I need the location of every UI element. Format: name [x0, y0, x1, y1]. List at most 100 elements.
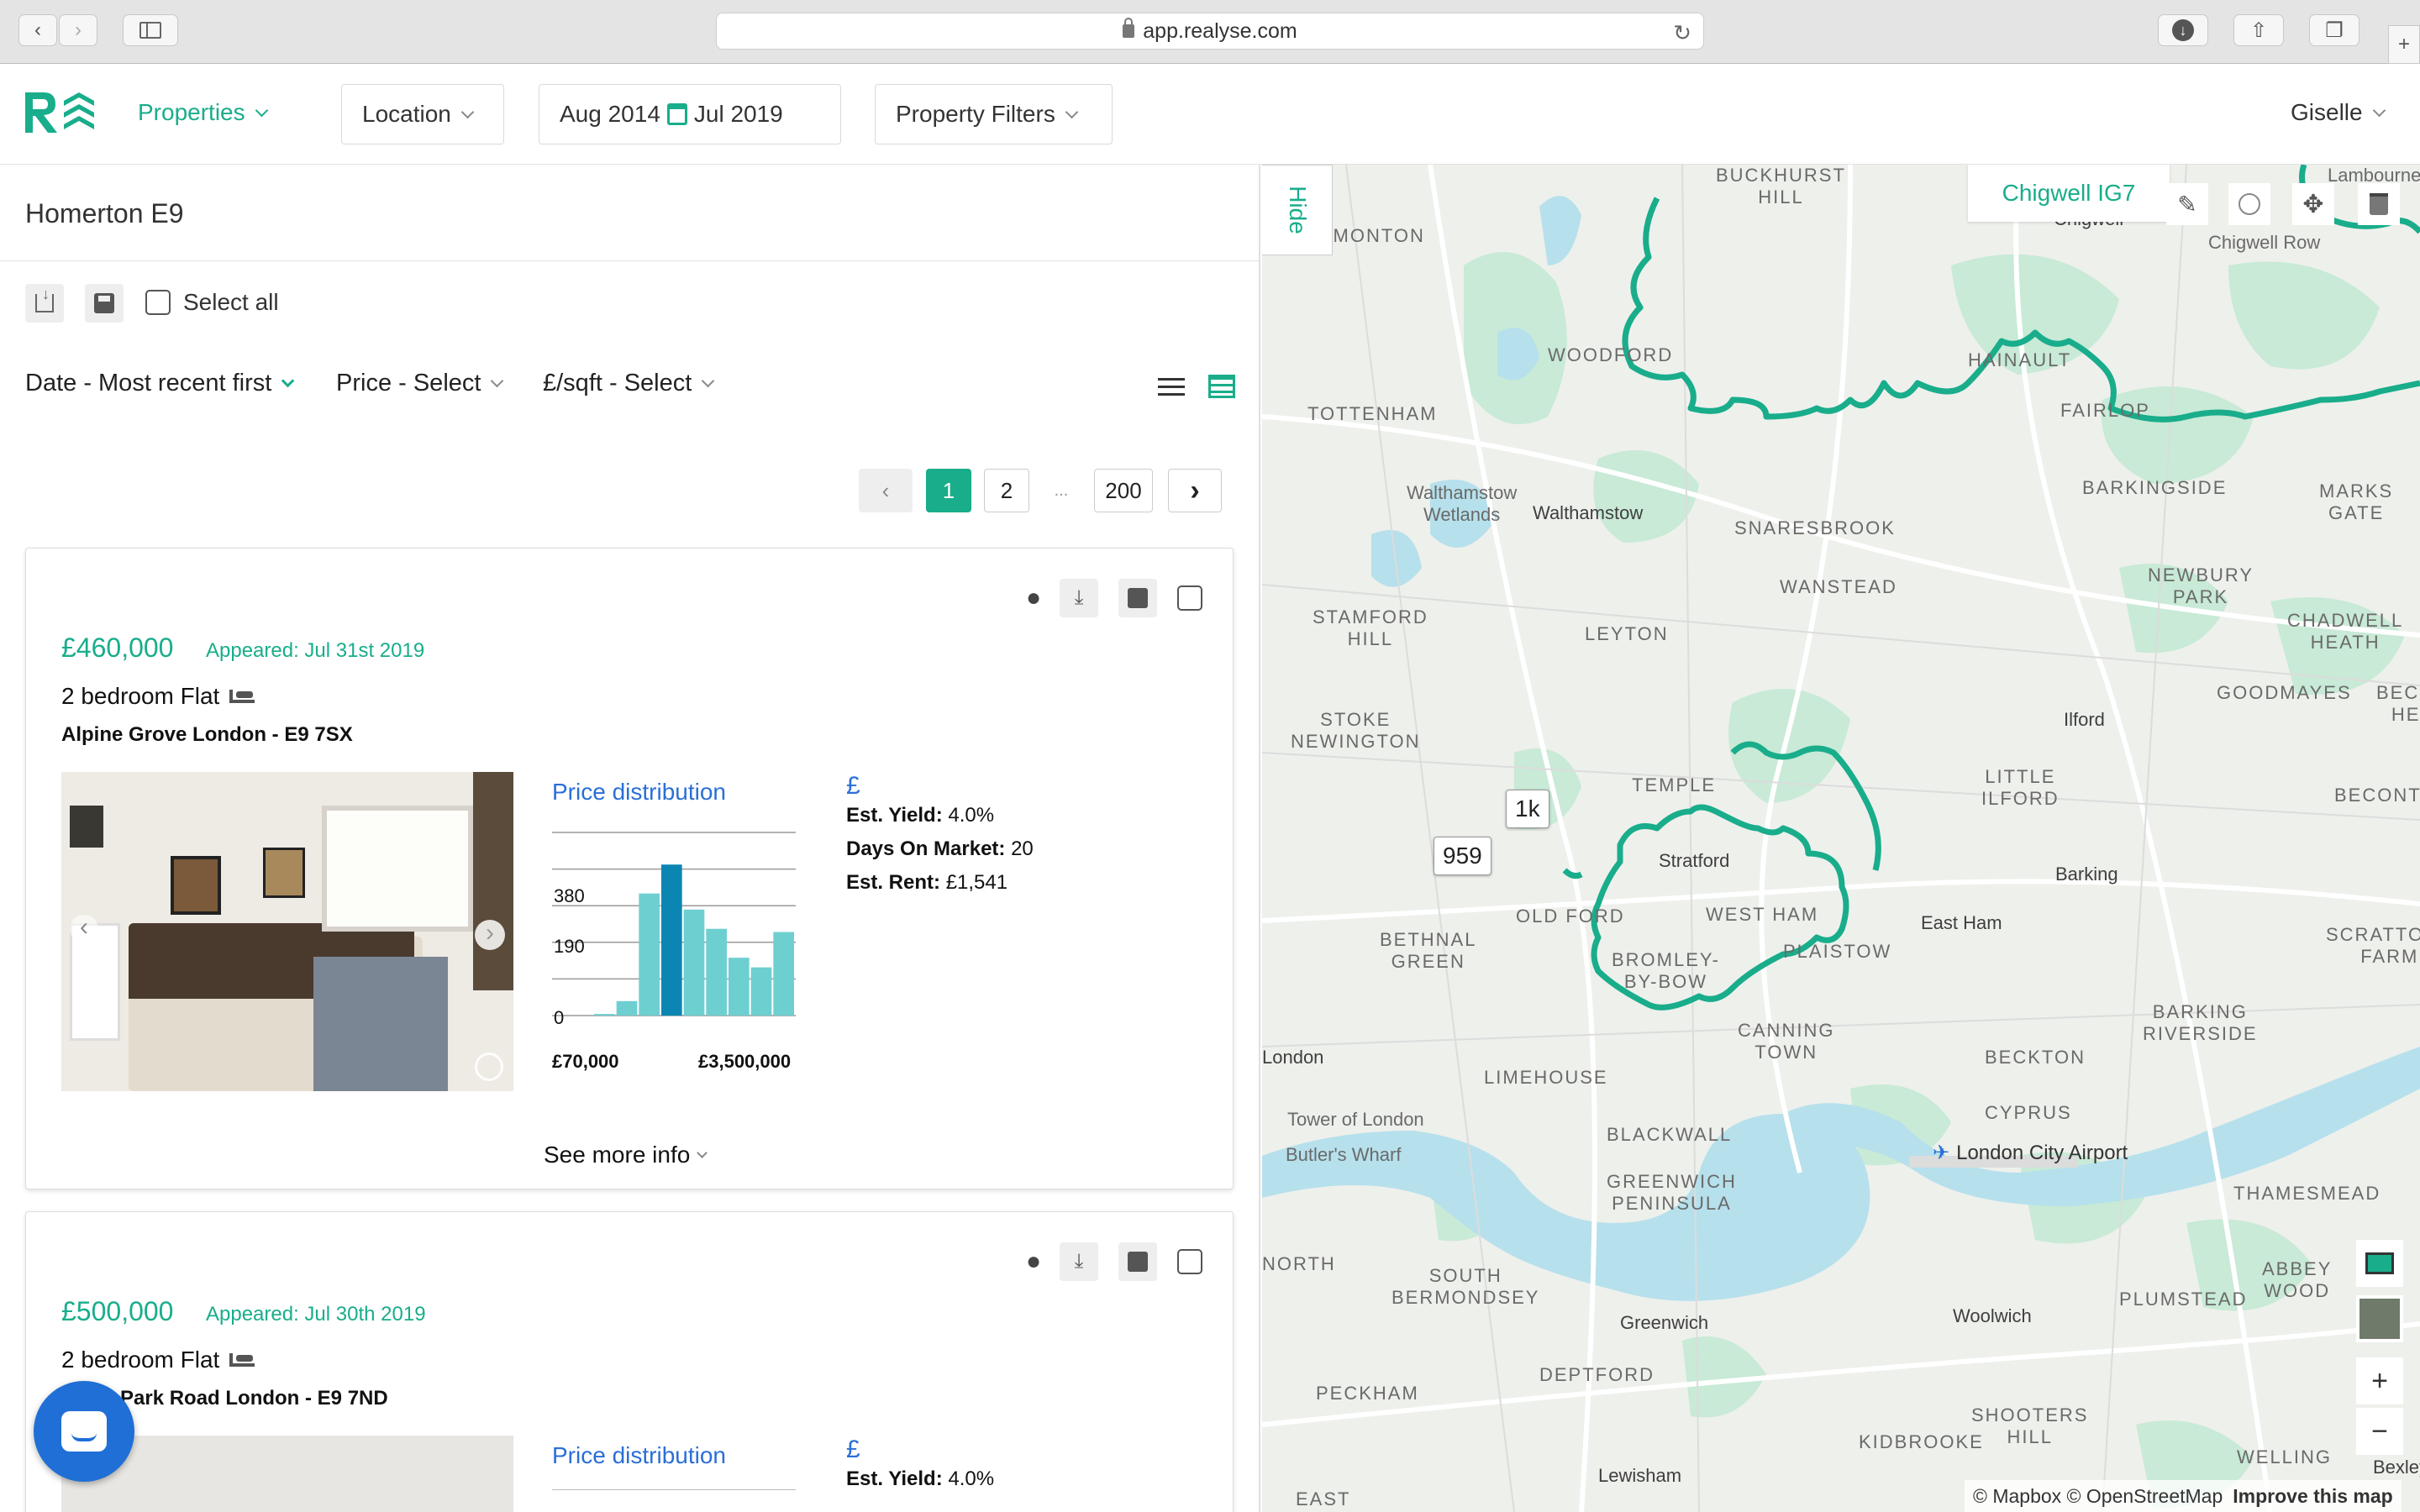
next-page-button[interactable]: ›	[1168, 469, 1222, 512]
improve-map-link[interactable]: Improve this map	[2233, 1485, 2392, 1508]
listing-appeared: Appeared: Jul 30th 2019	[206, 1303, 426, 1326]
listing-checkbox[interactable]	[1177, 585, 1202, 611]
map-area-label: STAMFORD HILL	[1313, 606, 1428, 649]
zoom-in-button[interactable]: +	[2356, 1357, 2403, 1404]
download-listing-button[interactable]: ⤓	[1060, 1242, 1098, 1281]
hide-panel-button[interactable]: Hide	[1262, 165, 1333, 255]
download-all-button[interactable]: ↓	[25, 284, 64, 323]
listing-card[interactable]: ● ⤓ £460,000 Appeared: Jul 31st 2019 2 b…	[25, 548, 1234, 1189]
detail-view-icon	[1208, 375, 1235, 398]
select-all-checkbox[interactable]	[145, 290, 171, 315]
save-all-button[interactable]	[85, 284, 124, 323]
properties-nav-dropdown[interactable]: Properties	[138, 99, 268, 126]
sidebar-toggle-button[interactable]	[123, 14, 178, 46]
downloads-button[interactable]: ↓	[2158, 14, 2208, 46]
chevron-down-icon	[491, 374, 504, 388]
tabs-button[interactable]: ❐	[2309, 14, 2360, 46]
photo-gallery-icon[interactable]	[475, 1053, 503, 1081]
attribution-text[interactable]: © Mapbox © OpenStreetMap	[1973, 1485, 2223, 1508]
property-filters-dropdown[interactable]: Property Filters	[875, 84, 1113, 144]
listing-checkbox[interactable]	[1177, 1249, 1202, 1274]
listing-title-text: 2 bedroom Flat	[61, 683, 220, 709]
satellite-view-button[interactable]	[2356, 1295, 2403, 1342]
map-area-label: SHOOTERS HILL	[1971, 1404, 2089, 1447]
y-tick-label: 380	[554, 885, 585, 906]
download-icon: ⤓	[1074, 586, 1084, 609]
chat-launcher-button[interactable]	[34, 1381, 134, 1482]
delete-shape-button[interactable]	[2358, 183, 2400, 225]
divider	[0, 260, 1259, 261]
sort-sqft-dropdown[interactable]: £/sqft - Select	[543, 370, 715, 397]
page-2-button[interactable]: 2	[984, 469, 1029, 512]
map-area-label: EAST	[1296, 1488, 1351, 1509]
photo-prev-button[interactable]: ‹	[70, 915, 98, 943]
share-button[interactable]: ⇧	[2233, 14, 2284, 46]
user-menu[interactable]: Giselle	[2291, 99, 2386, 126]
map-pin-icon[interactable]: ●	[1026, 584, 1041, 612]
prev-page-button[interactable]: ‹	[859, 469, 913, 512]
map-area-label: OLD FORD	[1516, 906, 1625, 927]
user-name: Giselle	[2291, 99, 2363, 125]
trash-icon	[2370, 193, 2388, 215]
see-more-info-button[interactable]: See more info	[544, 1142, 708, 1168]
list-view-button[interactable]	[1158, 378, 1185, 396]
map-area-label: SOUTH BERMONDSEY	[1392, 1265, 1540, 1308]
tabs-icon: ❐	[2325, 18, 2344, 42]
page-200-button[interactable]: 200	[1094, 469, 1153, 512]
map-area-label: BARKINGSIDE	[2082, 477, 2228, 498]
price-distribution-title: Price distribution	[552, 779, 726, 805]
share-icon: ⇧	[2249, 18, 2268, 42]
see-more-label: See more info	[544, 1142, 691, 1168]
address-bar[interactable]: app.realyse.com ↻	[716, 13, 1704, 50]
sort-price-dropdown[interactable]: Price - Select	[336, 370, 504, 397]
grid-view-button[interactable]	[1208, 375, 1235, 400]
back-button[interactable]: ‹	[18, 14, 57, 46]
save-listing-button[interactable]	[1118, 579, 1157, 617]
app-header: Properties Location Aug 2014 Jul 2019 Pr…	[0, 64, 2420, 165]
map-area-label: WELLING	[2237, 1446, 2333, 1467]
est-rent: Est. Rent: £1,541	[846, 871, 1007, 895]
map-area-label: BROMLEY- BY-BOW	[1612, 949, 1720, 992]
download-listing-button[interactable]: ⤓	[1060, 579, 1098, 617]
draw-radius-button[interactable]	[2228, 183, 2270, 225]
map-area-label: WANSTEAD	[1780, 576, 1897, 597]
chart-bar	[594, 1014, 615, 1016]
move-shape-button[interactable]: ✥	[2292, 183, 2334, 225]
map-pin-icon[interactable]: ●	[1026, 1247, 1041, 1276]
zoom-out-button[interactable]: −	[2356, 1408, 2403, 1455]
save-listing-button[interactable]	[1118, 1242, 1157, 1281]
sort-date-dropdown[interactable]: Date - Most recent first	[25, 370, 295, 397]
map-area-label: WOODFORD	[1548, 344, 1674, 365]
map-town-label: Woolwich	[1953, 1305, 2032, 1326]
chevron-right-icon: ›	[1190, 474, 1200, 507]
date-range-picker[interactable]: Aug 2014 Jul 2019	[539, 84, 841, 144]
chart-bar	[683, 909, 705, 1016]
map-area-label: HAINAULT	[1968, 349, 2072, 370]
map-area-label: BLACKWALL	[1607, 1124, 1733, 1145]
listing-title-text: 2 bedroom Flat	[61, 1347, 220, 1373]
photo-next-button[interactable]: ›	[475, 920, 505, 950]
map-area-label: LIMEHOUSE	[1484, 1067, 1608, 1088]
map-area-label: Walthamstow Wetlands	[1407, 482, 1518, 525]
map-area-label: LITTLE ILFORD	[1981, 766, 2060, 809]
chevron-down-icon	[281, 374, 295, 388]
map-area-label: Tower of London	[1287, 1109, 1424, 1130]
map-area-label: ABBEY WOOD	[2262, 1258, 2333, 1301]
map-panel[interactable]: BUCKHURST HILL EDMONTON WOODFORD TOTTENHAM H…	[1262, 165, 2420, 1512]
forward-button[interactable]: ›	[59, 14, 97, 46]
page-1-button[interactable]: 1	[926, 469, 971, 512]
realyse-logo[interactable]	[22, 89, 97, 136]
save-icon	[1128, 588, 1148, 608]
map-area-label: MARKS GATE	[2319, 480, 2394, 523]
cluster-marker[interactable]: 1k	[1506, 790, 1549, 828]
listing-photo[interactable]: ‹ ›	[61, 772, 513, 1091]
cluster-marker[interactable]: 959	[1434, 837, 1491, 875]
listing-card[interactable]: ● ⤓ £500,000 Appeared: Jul 30th 2019 2 b…	[25, 1211, 1234, 1512]
draw-polygon-button[interactable]: ✎	[2166, 183, 2208, 225]
map-area-label: GOODMAYES	[2217, 682, 2352, 703]
location-dropdown[interactable]: Location	[341, 84, 504, 144]
chart-bar	[773, 932, 794, 1016]
map-style-button[interactable]	[2356, 1240, 2403, 1287]
new-tab-button[interactable]: +	[2388, 25, 2420, 64]
reload-icon[interactable]: ↻	[1673, 20, 1691, 46]
